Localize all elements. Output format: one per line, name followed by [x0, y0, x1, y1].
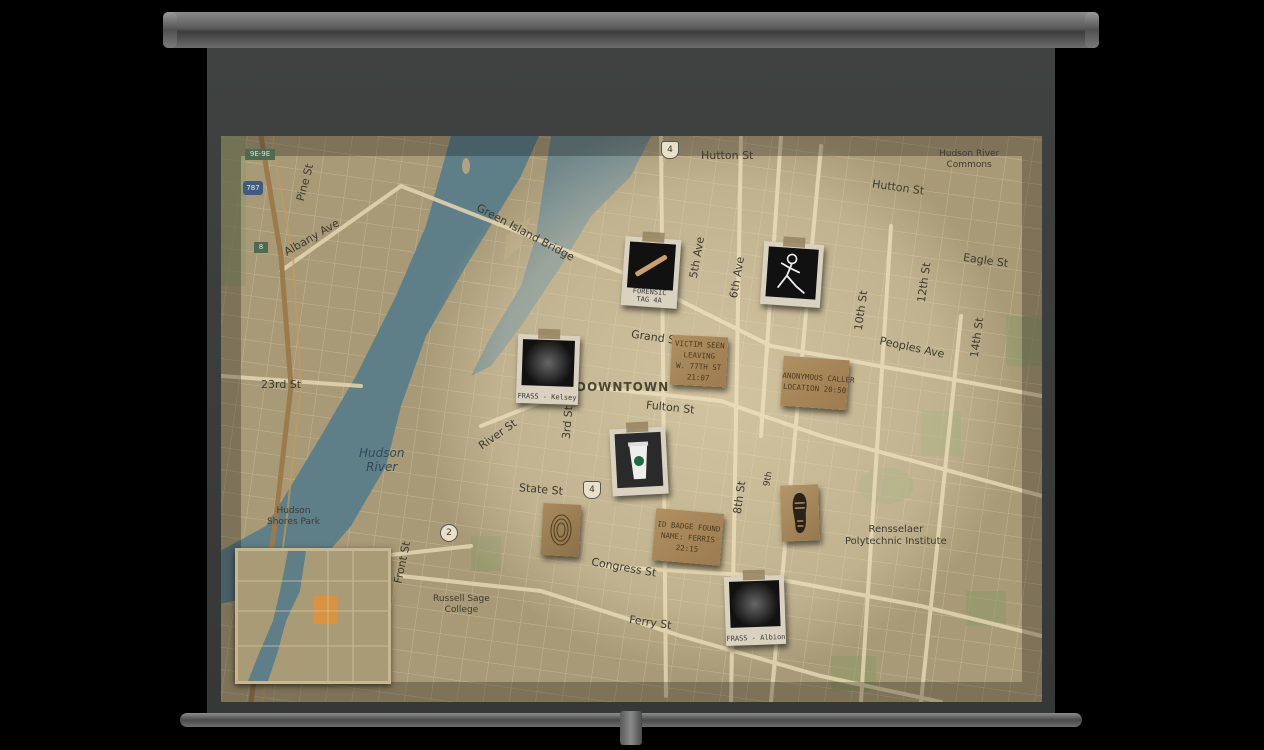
route-2-shield: 2: [440, 524, 458, 542]
clue-frass-kelsey[interactable]: FRASS - Kelsey: [515, 328, 581, 406]
projector-screen-top-bar: [163, 12, 1099, 48]
shoe-print-icon: [792, 493, 807, 534]
clue-body-outline-photo: [765, 246, 819, 300]
label-russell-sage-college: Russell Sage College: [433, 594, 490, 615]
tape: [538, 328, 561, 340]
route-4-shield-north: 4: [661, 141, 679, 159]
top-bar-right-cap: [1085, 12, 1099, 48]
label-hudson-river: Hudson River: [359, 446, 405, 474]
clue-forensic-tag-photo: [626, 241, 677, 291]
street-23rd-st: 23rd St: [261, 378, 302, 391]
district-downtown: DOWNTOWN: [576, 380, 670, 394]
fingerprint-icon: [550, 514, 572, 546]
clue-coffee-cup-photo: [614, 431, 664, 489]
chalk-outline-icon: [777, 253, 805, 294]
route-8-shield: 8: [254, 242, 268, 253]
tape: [625, 421, 649, 433]
night-photo-icon: [728, 580, 781, 628]
clue-frass-albion-caption: FRASS - Albion: [726, 632, 786, 644]
city-map[interactable]: Hutton St Hutton St Pine St Albany Ave G…: [221, 136, 1042, 702]
clue-frass-kelsey-caption: FRASS - Kelsey: [517, 391, 577, 403]
route-9e-shield: 9E-9E: [245, 149, 275, 160]
clue-fingerprint[interactable]: [540, 503, 582, 557]
tape: [642, 231, 665, 243]
coffee-cup-icon: [627, 441, 649, 480]
clue-forensic-tag[interactable]: FORENSIC TAG 4A: [620, 231, 682, 309]
clue-victim-seen-note[interactable]: VICTIM SEEN LEAVING W. 77TH ST 21:07: [669, 334, 729, 388]
minimap-graphic: [238, 551, 388, 681]
route-4-shield-south: 4: [583, 481, 601, 499]
label-hudson-shores-park: Hudson Shores Park: [267, 506, 320, 527]
clue-coffee-cup[interactable]: [609, 421, 669, 497]
street-hutton-st: Hutton St: [701, 149, 754, 162]
clue-forensic-tag-caption: FORENSIC TAG 4A: [632, 286, 667, 305]
interstate-787-shield: 787: [243, 181, 263, 195]
clue-shoe-print[interactable]: [780, 484, 820, 542]
label-rpi: Rensselaer Polytechnic Institute: [845, 524, 947, 547]
night-photo-icon: [521, 339, 576, 387]
tape: [782, 236, 806, 248]
overview-minimap[interactable]: [235, 548, 391, 684]
label-hudson-river-commons: Hudson River Commons: [939, 149, 1000, 170]
clue-frass-albion[interactable]: FRASS - Albion: [723, 569, 787, 647]
tape: [742, 569, 765, 581]
clue-id-badge-note[interactable]: ID BADGE FOUND NAME: FERRIS 22:15: [651, 508, 725, 566]
clue-body-outline[interactable]: [759, 236, 825, 309]
clue-anonymous-caller-note[interactable]: ANONYMOUS CALLER LOCATION 20:50: [780, 355, 855, 411]
top-bar-left-cap: [163, 12, 177, 48]
bullet-shell-icon: [635, 254, 668, 277]
pull-handle[interactable]: [620, 711, 642, 745]
